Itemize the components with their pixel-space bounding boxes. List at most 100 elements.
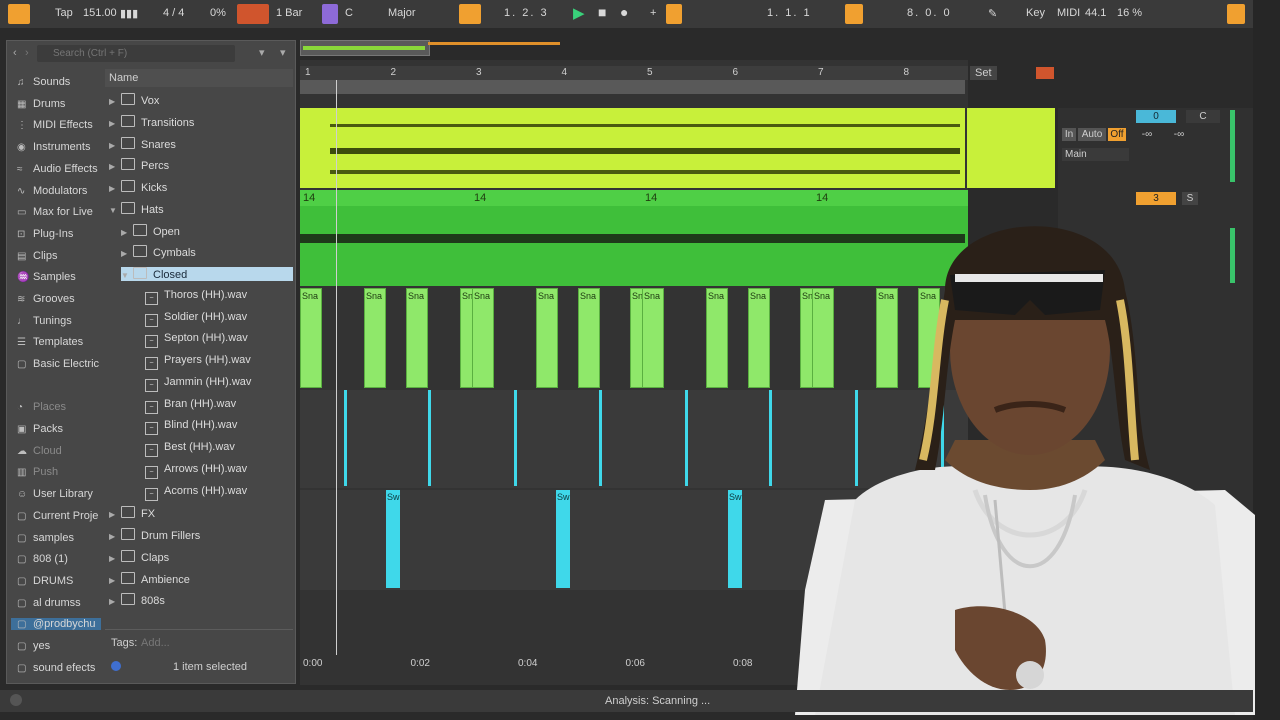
folder-item[interactable]: ▶ Ambience	[109, 571, 190, 586]
place-drums[interactable]: ▢ DRUMS	[17, 575, 73, 587]
tags-input[interactable]: Add...	[141, 637, 170, 649]
sample-file-item[interactable]: ~ Prayers (HH).wav	[133, 354, 251, 370]
collection-midi-effects[interactable]: ⋮ MIDI Effects	[17, 119, 93, 131]
scale-mode-button[interactable]	[322, 4, 338, 24]
place-current-proje[interactable]: ▢ Current Proje	[17, 510, 98, 522]
back-icon[interactable]: ‹	[13, 47, 17, 59]
transient-clip[interactable]	[428, 390, 431, 486]
folder-item[interactable]: ▶ FX	[109, 506, 155, 520]
transient-clip[interactable]	[685, 390, 688, 486]
search-input[interactable]	[37, 45, 235, 62]
place-user-library[interactable]: ☺ User Library	[17, 488, 93, 500]
snare-clip[interactable]: Sna	[406, 288, 428, 388]
loop-length-field[interactable]: 8. 0. 0	[907, 7, 952, 19]
sample-file-item[interactable]: ~ Acorns (HH).wav	[133, 485, 247, 501]
chevron-right-icon[interactable]: ▶	[121, 249, 133, 258]
play-icon[interactable]: ▶	[573, 4, 585, 22]
scale-select[interactable]: Major	[388, 7, 416, 19]
automation-arm-button[interactable]	[666, 4, 682, 24]
chevron-right-icon[interactable]: ▶	[109, 510, 121, 519]
stop-icon[interactable]: ■	[598, 4, 606, 20]
swell-clip[interactable]: Sw	[728, 490, 742, 588]
folder-item[interactable]: ▶ Transitions	[109, 114, 194, 129]
sample-file-item[interactable]: ~ Bran (HH).wav	[133, 398, 236, 414]
snare-clip[interactable]: Sna	[642, 288, 664, 388]
sample-file-item[interactable]: ~ Septon (HH).wav	[133, 332, 248, 349]
tap-button[interactable]: Tap	[55, 7, 73, 19]
snare-clip[interactable]: Sna	[300, 288, 322, 388]
transient-clip[interactable]	[769, 390, 772, 486]
record-icon[interactable]: ●	[620, 4, 628, 20]
beat-ruler[interactable]: 1 2 3 4 5 6 7 8	[300, 66, 968, 80]
view-toggle-button[interactable]	[8, 4, 30, 24]
groove-amount-field[interactable]: 0%	[210, 7, 226, 19]
place-packs[interactable]: ▣ Packs	[17, 423, 63, 435]
chevron-right-icon[interactable]: ▶	[109, 119, 121, 128]
sample-file-item[interactable]: ~ Soldier (HH).wav	[133, 311, 247, 327]
chevron-down-icon[interactable]: ▼	[121, 271, 133, 280]
snare-clip[interactable]: Sna	[748, 288, 770, 388]
sample-file-item[interactable]: ~ Thoros (HH).wav	[133, 289, 247, 305]
snare-clip[interactable]: Sna	[472, 288, 494, 388]
lock-icon[interactable]	[1036, 67, 1054, 79]
preview-icon[interactable]	[111, 661, 121, 671]
name-column-header[interactable]: Name	[109, 72, 138, 84]
folder-item[interactable]: ▼ Hats	[109, 201, 164, 216]
input-monitor-auto-button[interactable]: Auto	[1078, 128, 1106, 141]
midi-map-button[interactable]: MIDI	[1057, 7, 1080, 19]
draw-mode-icon[interactable]: ✎	[988, 7, 997, 20]
folder-item[interactable]: ▶ Cymbals	[121, 245, 196, 259]
input-monitor-in-button[interactable]: In	[1062, 128, 1076, 141]
folder-item[interactable]: ▶ Percs	[109, 158, 169, 172]
collection-drums[interactable]: ▦ Drums	[17, 98, 65, 110]
loop-start-field[interactable]: 1. 1. 1	[767, 7, 812, 19]
collection-templates[interactable]: ☰ Templates	[17, 336, 83, 348]
forward-icon[interactable]: ›	[25, 47, 29, 59]
folder-item[interactable]: ▶ Drum Fillers	[109, 528, 200, 542]
transient-clip[interactable]	[599, 390, 602, 486]
song-position-field[interactable]: 1. 2. 3	[504, 7, 549, 19]
collection-modulators[interactable]: ∿ Modulators	[17, 185, 87, 197]
chevron-right-icon[interactable]: ▶	[109, 532, 121, 541]
collection-sounds[interactable]: ♫ Sounds	[17, 76, 70, 88]
set-button[interactable]: Set	[970, 66, 997, 80]
pan-field[interactable]: C	[1186, 110, 1220, 123]
metronome-icon[interactable]: ▮▮▮	[120, 7, 138, 20]
place-yes[interactable]: ▢ yes	[17, 640, 50, 652]
swell-clip[interactable]: Sw	[556, 490, 570, 588]
collection-instruments[interactable]: ◉ Instruments	[17, 141, 90, 153]
place-push[interactable]: ▥ Push	[17, 466, 58, 478]
place-cloud[interactable]: ☁ Cloud	[17, 445, 62, 457]
transient-clip[interactable]	[514, 390, 517, 486]
swell-clip[interactable]: Sw	[386, 490, 400, 588]
loop-switch-button[interactable]	[845, 4, 863, 24]
add-icon[interactable]: +	[650, 7, 656, 19]
collection-basic-electric[interactable]: ▢ Basic Electric	[17, 358, 99, 370]
filter-icon[interactable]: ▾	[259, 46, 265, 59]
sample-file-item[interactable]: ~ Jammin (HH).wav	[133, 376, 251, 392]
quantization-select[interactable]: 1 Bar	[276, 7, 302, 19]
sample-file-item[interactable]: ~ Best (HH).wav	[133, 441, 235, 457]
folder-item[interactable]: ▶ Claps	[109, 549, 169, 564]
folder-item[interactable]: ▶ Snares	[109, 136, 176, 151]
input-monitor-off-button[interactable]: Off	[1108, 128, 1126, 141]
folder-item[interactable]: ▼ Closed	[121, 267, 293, 281]
info-icon[interactable]	[10, 694, 22, 706]
collection-tunings[interactable]: ♩ Tunings	[17, 315, 72, 327]
collection-clips[interactable]: ▤ Clips	[17, 250, 57, 262]
snare-clip[interactable]: Sna	[536, 288, 558, 388]
place--prodbychu[interactable]: ▢ @prodbychu	[11, 618, 101, 631]
place-sound-efects[interactable]: ▢ sound efects	[17, 662, 95, 674]
chevron-right-icon[interactable]: ▶	[121, 228, 133, 237]
transient-clip[interactable]	[344, 390, 347, 486]
collection-max-for-live[interactable]: ▭ Max for Live	[17, 206, 93, 218]
place-al-drumss[interactable]: ▢ al drumss	[17, 597, 81, 609]
chevron-right-icon[interactable]: ▶	[109, 162, 121, 171]
chevron-right-icon[interactable]: ▶	[109, 597, 121, 606]
folder-item[interactable]: ▶ Kicks	[109, 180, 167, 194]
snare-clip[interactable]: Sna	[706, 288, 728, 388]
place-samples[interactable]: ▢ samples	[17, 532, 74, 544]
snare-clip[interactable]: Sna	[578, 288, 600, 388]
tempo-field[interactable]: 151.00	[83, 7, 117, 19]
place-808-1-[interactable]: ▢ 808 (1)	[17, 553, 68, 565]
